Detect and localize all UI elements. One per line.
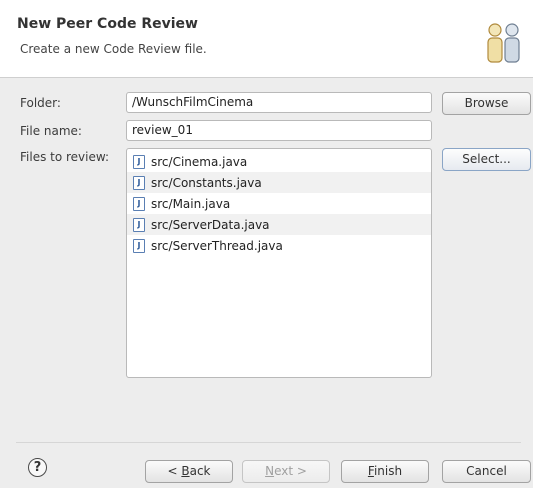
- java-file-icon: J: [133, 238, 145, 253]
- finish-button[interactable]: Finish: [341, 460, 429, 483]
- list-item[interactable]: J src/Cinema.java: [127, 151, 431, 172]
- select-button[interactable]: Select...: [442, 148, 531, 171]
- back-button[interactable]: < Back: [145, 460, 233, 483]
- java-file-icon: J: [133, 154, 145, 169]
- java-file-icon: J: [133, 175, 145, 190]
- files-list[interactable]: J src/Cinema.java J src/Constants.java J…: [126, 148, 432, 378]
- footer-divider: [16, 442, 521, 443]
- file-path: src/ServerThread.java: [151, 238, 283, 253]
- file-path: src/ServerData.java: [151, 217, 270, 232]
- list-item[interactable]: J src/Main.java: [127, 193, 431, 214]
- next-button[interactable]: Next >: [242, 460, 330, 483]
- finish-label: inish: [373, 464, 403, 478]
- folder-label: Folder:: [20, 96, 61, 110]
- browse-button[interactable]: Browse: [442, 92, 531, 115]
- back-prefix: <: [167, 464, 182, 478]
- page-title: New Peer Code Review: [17, 16, 198, 32]
- filename-field[interactable]: review_01: [126, 120, 432, 141]
- help-icon[interactable]: ?: [28, 458, 47, 477]
- next-label: ext >: [274, 464, 307, 478]
- file-path: src/Main.java: [151, 196, 231, 211]
- filename-label: File name:: [20, 124, 82, 138]
- list-item[interactable]: J src/ServerData.java: [127, 214, 431, 235]
- back-label: ack: [189, 464, 211, 478]
- new-peer-code-review-dialog: New Peer Code Review Create a new Code R…: [0, 0, 533, 488]
- cancel-button[interactable]: Cancel: [442, 460, 531, 483]
- file-path: src/Cinema.java: [151, 154, 248, 169]
- peers-icon: [484, 22, 524, 66]
- next-mnemonic: N: [265, 464, 275, 478]
- back-mnemonic: B: [181, 464, 190, 478]
- files-to-review-label: Files to review:: [20, 150, 110, 164]
- list-item[interactable]: J src/Constants.java: [127, 172, 431, 193]
- list-item[interactable]: J src/ServerThread.java: [127, 235, 431, 256]
- page-description: Create a new Code Review file.: [20, 42, 207, 56]
- file-path: src/Constants.java: [151, 175, 262, 190]
- java-file-icon: J: [133, 196, 145, 211]
- java-file-icon: J: [133, 217, 145, 232]
- folder-field[interactable]: /WunschFilmCinema: [126, 92, 432, 113]
- wizard-header: New Peer Code Review Create a new Code R…: [0, 0, 533, 78]
